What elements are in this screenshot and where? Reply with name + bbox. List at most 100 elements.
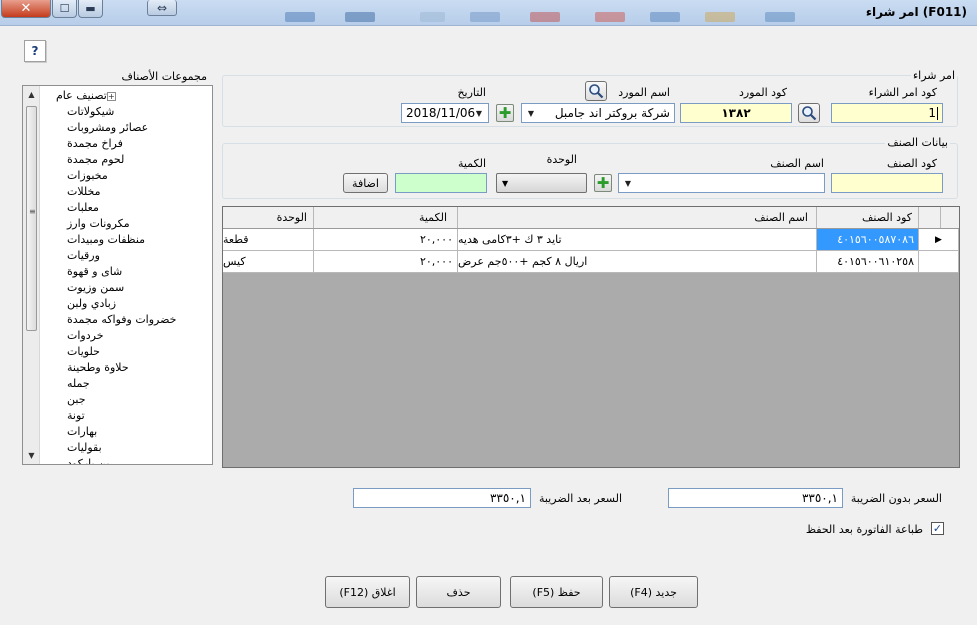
tree-item[interactable]: بن باركود bbox=[43, 456, 211, 464]
save-button[interactable]: حفظ (F5) bbox=[510, 576, 603, 608]
tree-item[interactable]: معلبات bbox=[43, 200, 211, 216]
scroll-thumb[interactable]: ≡ bbox=[26, 106, 37, 331]
cell-item-code[interactable]: ٤٠١٥٦٠٠٥٨٧٠٨٦ bbox=[817, 229, 919, 250]
dropdown-arrow-icon[interactable]: ▼ bbox=[524, 104, 538, 122]
tree-item[interactable]: حلويات bbox=[43, 344, 211, 360]
form-code: (F011) bbox=[922, 5, 967, 19]
close-window-button[interactable]: ✕ bbox=[1, 0, 51, 18]
tree-item-label: فراخ مجمدة bbox=[67, 137, 123, 150]
cell-item-name-text: تايد ٣ ك +٣كامى هديه bbox=[458, 233, 562, 246]
new-button[interactable]: جديد (F4) bbox=[609, 576, 698, 608]
tree-item-label: مخبوزات bbox=[67, 169, 108, 182]
unit-select[interactable]: ▼ bbox=[496, 173, 587, 193]
expand-icon[interactable]: + bbox=[106, 91, 116, 101]
print-after-save-checkbox[interactable]: ✓ bbox=[931, 522, 944, 535]
tree-item[interactable]: مخللات bbox=[43, 184, 211, 200]
tree-label: مجموعات الأصناف bbox=[121, 70, 207, 83]
header-unit: الوحدة bbox=[223, 207, 314, 228]
current-row-indicator-icon[interactable]: ▶ bbox=[919, 229, 959, 250]
item-code-input[interactable] bbox=[831, 173, 943, 193]
before-tax-label: السعر بدون الضريبة bbox=[850, 492, 942, 505]
tree-item[interactable]: جمله bbox=[43, 376, 211, 392]
table-row[interactable]: كيس ٢٠,٠٠٠ اريال ٨ كجم +٥٠٠جم عرض ٤٠١٥٦٠٠٦١… bbox=[223, 251, 959, 273]
order-code-label: كود امر الشراء bbox=[868, 86, 937, 99]
cell-unit[interactable]: قطعة bbox=[223, 229, 314, 250]
cell-quantity[interactable]: ٢٠,٠٠٠ bbox=[314, 229, 458, 250]
form-title: امر شراء bbox=[865, 5, 919, 19]
item-name-select[interactable]: ▼ bbox=[618, 173, 825, 193]
quantity-input[interactable] bbox=[395, 173, 487, 193]
grid-header: الوحدة الكمية اسم الصنف كود الصنف bbox=[223, 207, 959, 229]
supplier-name-select[interactable]: شركة بروكتر اند جامبل ▼ bbox=[521, 103, 675, 123]
tree-item-label: تونة bbox=[67, 409, 85, 422]
cell-quantity-text: ٢٠,٠٠٠ bbox=[419, 233, 453, 246]
add-button[interactable]: اضافة bbox=[343, 173, 388, 193]
supplier-name-value: شركة بروكتر اند جامبل bbox=[554, 106, 670, 120]
tree-item[interactable]: شاى و قهوة bbox=[43, 264, 211, 280]
row-selector[interactable] bbox=[919, 251, 959, 272]
tree-item-label: شاى و قهوة bbox=[67, 265, 123, 278]
help-button[interactable]: ? bbox=[24, 40, 46, 62]
date-value: 2018/11/06 bbox=[406, 106, 476, 120]
tree-root[interactable]: +تصنيف عام bbox=[43, 88, 211, 104]
before-tax-input[interactable]: ٣٣٥٠,١ bbox=[668, 488, 843, 508]
tree-item[interactable]: جبن bbox=[43, 392, 211, 408]
help-icon: ? bbox=[31, 44, 39, 58]
item-code-label: كود الصنف bbox=[887, 157, 937, 170]
items-grid[interactable]: الوحدة الكمية اسم الصنف كود الصنف قطعة ٢٠… bbox=[222, 206, 960, 468]
dropdown-arrow-icon[interactable]: ▼ bbox=[621, 174, 635, 192]
tree-item[interactable]: خردوات bbox=[43, 328, 211, 344]
cell-quantity-text: ٢٠,٠٠٠ bbox=[419, 255, 453, 268]
cell-unit[interactable]: كيس bbox=[223, 251, 314, 272]
tree-item[interactable]: حلاوة وطحينة bbox=[43, 360, 211, 376]
date-picker[interactable]: 2018/11/06 ▼ bbox=[401, 103, 489, 123]
tree-item[interactable]: خضروات وفواكه مجمدة bbox=[43, 312, 211, 328]
cell-item-code[interactable]: ٤٠١٥٦٠٠٦١٠٢٥٨ bbox=[817, 251, 919, 272]
dropdown-arrow-icon: ▼ bbox=[502, 178, 509, 188]
category-tree[interactable]: ▲ ≡ ▼ +تصنيف عام شيكولاتات عصائر ومشروبات… bbox=[22, 85, 213, 465]
cell-item-name[interactable]: تايد ٣ ك +٣كامى هديه bbox=[458, 229, 817, 250]
tree-item[interactable]: بهارات bbox=[43, 424, 211, 440]
cell-quantity[interactable]: ٢٠,٠٠٠ bbox=[314, 251, 458, 272]
before-tax-value: ٣٣٥٠,١ bbox=[801, 491, 838, 505]
date-label: التاريخ bbox=[457, 86, 486, 99]
dropdown-arrow-icon[interactable]: ▼ bbox=[472, 104, 486, 122]
delete-button[interactable]: حذف bbox=[416, 576, 501, 608]
tree-item[interactable]: سمن وزيوت bbox=[43, 280, 211, 296]
tree-item[interactable]: بقوليات bbox=[43, 440, 211, 456]
tree-item-label: بقوليات bbox=[67, 441, 102, 454]
scroll-up-icon[interactable]: ▲ bbox=[23, 86, 40, 103]
background-decoration bbox=[705, 12, 735, 22]
tree-item[interactable]: ورقيات bbox=[43, 248, 211, 264]
tree-item[interactable]: منظفات ومبيدات bbox=[43, 232, 211, 248]
scroll-down-icon[interactable]: ▼ bbox=[23, 447, 40, 464]
supplier-code-input[interactable]: ١٣٨٢ bbox=[680, 103, 792, 123]
supplier-search-button[interactable] bbox=[585, 81, 607, 101]
after-tax-input[interactable]: ٣٣٥٠,١ bbox=[353, 488, 531, 508]
supplier-name-label: اسم المورد bbox=[618, 86, 670, 99]
order-code-input[interactable]: 1 bbox=[831, 103, 943, 123]
tree-item-label: عصائر ومشروبات bbox=[67, 121, 149, 134]
minimize-window-button[interactable]: ▬ bbox=[78, 0, 103, 18]
add-supplier-button[interactable]: ✚ bbox=[496, 104, 514, 122]
tree-item[interactable]: مكرونات وارز bbox=[43, 216, 211, 232]
tree-item-label: جمله bbox=[67, 377, 90, 390]
tree-item[interactable]: فراخ مجمدة bbox=[43, 136, 211, 152]
tree-item[interactable]: عصائر ومشروبات bbox=[43, 120, 211, 136]
tree-item[interactable]: تونة bbox=[43, 408, 211, 424]
close-button[interactable]: اغلاق (F12) bbox=[325, 576, 410, 608]
tree-item[interactable]: زبادي ولبن bbox=[43, 296, 211, 312]
tree-scrollbar[interactable]: ▲ ≡ ▼ bbox=[23, 86, 40, 464]
after-tax-value: ٣٣٥٠,١ bbox=[489, 491, 526, 505]
quantity-label: الكمية bbox=[457, 157, 486, 170]
restore-button[interactable]: ⇔ bbox=[147, 0, 177, 16]
order-search-button[interactable] bbox=[798, 103, 820, 123]
cell-item-name[interactable]: اريال ٨ كجم +٥٠٠جم عرض bbox=[458, 251, 817, 272]
tree-item[interactable]: شيكولاتات bbox=[43, 104, 211, 120]
add-item-button[interactable]: ✚ bbox=[594, 174, 612, 192]
tree-item[interactable]: لحوم مجمدة bbox=[43, 152, 211, 168]
table-row[interactable]: قطعة ٢٠,٠٠٠ تايد ٣ ك +٣كامى هديه ٤٠١٥٦٠٠٥٨٧… bbox=[223, 229, 959, 251]
cell-unit-text: كيس bbox=[223, 255, 246, 268]
tree-item[interactable]: مخبوزات bbox=[43, 168, 211, 184]
maximize-window-button[interactable]: ☐ bbox=[52, 0, 77, 18]
